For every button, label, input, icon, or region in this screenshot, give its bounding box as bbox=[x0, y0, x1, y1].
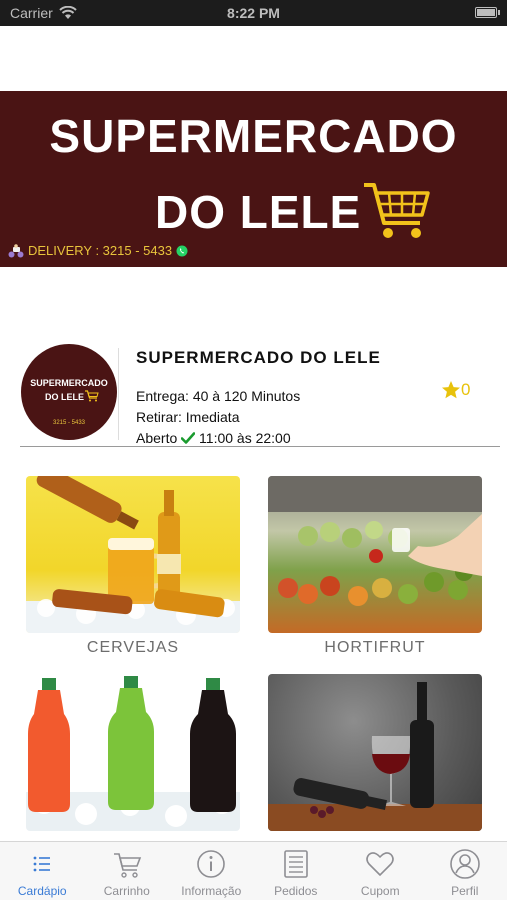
tab-label: Cardápio bbox=[17, 884, 67, 898]
tab-perfil[interactable]: Perfil bbox=[423, 842, 507, 900]
banner-title-line2: DO LELE bbox=[155, 186, 362, 238]
status-time: 8:22 PM bbox=[227, 5, 280, 21]
orders-icon bbox=[283, 850, 308, 878]
tab-informacao[interactable]: Informação bbox=[169, 842, 254, 900]
heart-icon bbox=[366, 852, 395, 876]
tab-cardapio[interactable]: Cardápio bbox=[0, 842, 85, 900]
logo-line2: DO LELE bbox=[45, 392, 85, 402]
soft-drinks-illustration bbox=[26, 676, 240, 831]
check-icon bbox=[181, 432, 196, 444]
tab-label: Informação bbox=[181, 884, 242, 898]
store-name: SUPERMERCADO DO LELE bbox=[136, 348, 381, 367]
store-logo: SUPERMERCADO DO LELE 3215 - 5433 bbox=[21, 344, 117, 440]
star-icon bbox=[442, 381, 460, 399]
category-label: HORTIFRUT bbox=[324, 639, 426, 656]
tab-label: Pedidos bbox=[274, 884, 318, 898]
open-status: Aberto bbox=[136, 430, 178, 446]
produce-illustration bbox=[268, 476, 482, 606]
rating-value: 0 bbox=[461, 380, 471, 399]
info-icon bbox=[197, 850, 226, 878]
delivery-moto-icon bbox=[8, 243, 24, 257]
list-icon bbox=[33, 856, 51, 872]
category-card-wines[interactable] bbox=[268, 674, 482, 831]
store-divider bbox=[20, 446, 500, 447]
store-banner: SUPERMERCADO DO LELE DELIVERY : 3215 - 5… bbox=[0, 91, 507, 267]
soft-drinks-image bbox=[26, 674, 240, 831]
produce-image bbox=[268, 476, 482, 633]
status-bar: Carrier 8:22 PM bbox=[0, 0, 507, 26]
category-card-hortifrut[interactable]: HORTIFRUT bbox=[268, 476, 482, 656]
opening-hours: Aberto 11:00 às 22:00 bbox=[136, 430, 291, 446]
beer-image bbox=[26, 476, 240, 633]
tab-label: Carrinho bbox=[103, 884, 150, 898]
banner-delivery: DELIVERY : 3215 - 5433 bbox=[8, 243, 188, 258]
profile-icon bbox=[449, 849, 480, 879]
tab-pedidos[interactable]: Pedidos bbox=[254, 842, 339, 900]
tab-label: Cupom bbox=[360, 884, 400, 898]
category-label: CERVEJAS bbox=[86, 639, 180, 656]
banner-title-line1: SUPERMERCADO bbox=[49, 110, 458, 162]
wine-illustration bbox=[268, 682, 482, 831]
store-separator bbox=[118, 348, 119, 440]
category-card-soft-drinks[interactable] bbox=[26, 674, 240, 831]
delivery-text: DELIVERY : 3215 - 5433 bbox=[28, 243, 173, 258]
delivery-time: Entrega: 40 à 120 Minutos bbox=[136, 388, 301, 404]
shopping-cart-icon bbox=[364, 183, 430, 238]
logo-line1: SUPERMERCADO bbox=[30, 378, 108, 388]
hours-text: 11:00 às 22:00 bbox=[199, 430, 291, 446]
wine-image bbox=[268, 674, 482, 831]
tab-cupom[interactable]: Cupom bbox=[338, 842, 423, 900]
whatsapp-icon bbox=[176, 245, 188, 256]
logo-cart-icon bbox=[85, 390, 99, 402]
store-rating[interactable]: 0 bbox=[441, 380, 470, 400]
battery-icon bbox=[475, 7, 500, 18]
category-card-cervejas[interactable]: CERVEJAS bbox=[26, 476, 240, 656]
beer-illustration bbox=[26, 476, 240, 633]
logo-phone: 3215 - 5433 bbox=[52, 420, 86, 426]
tab-label: Perfil bbox=[451, 884, 479, 898]
app-screen: Carrier 8:22 PM SUPERMERCADO DO LELE DEL… bbox=[0, 0, 507, 900]
cart-icon bbox=[113, 853, 141, 878]
tab-carrinho[interactable]: Carrinho bbox=[85, 842, 170, 900]
pickup-time: Retirar: Imediata bbox=[136, 409, 240, 425]
tab-bar: Cardápio Carrinho Informação Pedidos Cup… bbox=[0, 841, 507, 900]
